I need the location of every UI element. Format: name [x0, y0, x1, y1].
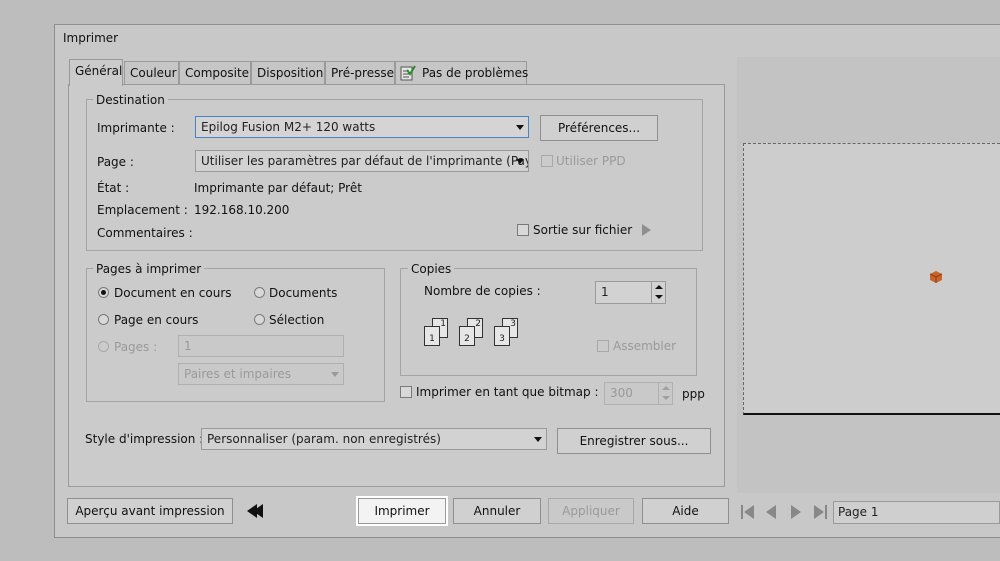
bitmap-unit: ppp — [682, 387, 705, 401]
print-style-value: Personnaliser (param. non enregistrés) — [207, 432, 441, 446]
tab-pre-presse[interactable]: Pré-presse — [325, 61, 395, 84]
pages-legend: Pages à imprimer — [93, 262, 205, 276]
print-preview-button[interactable]: Aperçu avant impression — [67, 498, 233, 524]
tab-disposition[interactable]: Disposition — [251, 61, 325, 84]
page-label: Page : — [97, 155, 134, 169]
play-icon[interactable] — [642, 224, 651, 236]
preview-page — [743, 143, 1000, 415]
collate-label: Assembler — [613, 339, 677, 353]
tab-label: Pas de problèmes — [422, 66, 529, 80]
copies-count-label: Nombre de copies : — [424, 284, 541, 298]
apply-button[interactable]: Appliquer — [548, 498, 634, 524]
even-odd-select[interactable]: Paires et impaires — [178, 363, 344, 385]
current-page-radio[interactable] — [98, 314, 109, 325]
copies-spin[interactable] — [651, 282, 665, 303]
page-select[interactable]: Utiliser les paramètres par défaut de l'… — [195, 150, 529, 172]
dpi-spin[interactable] — [658, 383, 672, 404]
print-as-bitmap-label: Imprimer en tant que bitmap : — [416, 385, 599, 399]
chevron-up-icon[interactable] — [655, 285, 663, 289]
preview-object-icon — [929, 271, 943, 283]
chevron-down-icon — [516, 159, 524, 164]
collate-checkbox[interactable] — [597, 340, 609, 352]
stack-page: 1 — [424, 326, 440, 346]
chevron-up-icon[interactable] — [662, 386, 670, 390]
pages-range-input[interactable]: 1 — [178, 335, 344, 357]
selection-label: Sélection — [269, 313, 325, 327]
bitmap-dpi-value: 300 — [610, 386, 633, 400]
stack-page: 2 — [459, 326, 475, 346]
chevron-down-icon[interactable] — [662, 396, 670, 400]
status-label: État : — [97, 181, 130, 195]
tab-general[interactable]: Général — [69, 59, 123, 86]
destination-legend: Destination — [93, 93, 168, 107]
copies-legend: Copies — [408, 262, 455, 276]
tab-pas-de-problemes[interactable]: Pas de problèmes — [395, 61, 529, 84]
cancel-button[interactable]: Annuler — [453, 498, 541, 524]
status-value: Imprimante par défaut; Prêt — [194, 181, 362, 195]
documents-label: Documents — [269, 286, 338, 300]
print-to-file-checkbox[interactable] — [517, 224, 529, 236]
copies-count-value: 1 — [601, 285, 609, 299]
print-button[interactable]: Imprimer — [358, 498, 446, 524]
current-document-radio[interactable] — [98, 287, 109, 298]
printer-select[interactable]: Epilog Fusion M2+ 120 watts — [195, 116, 529, 138]
chevron-down-icon — [534, 437, 542, 442]
print-to-file-label: Sortie sur fichier — [533, 223, 633, 237]
collapse-preview-icon[interactable] — [245, 503, 265, 519]
stack-page: 3 — [494, 326, 510, 346]
previous-page-icon[interactable] — [766, 505, 776, 519]
chevron-down-icon[interactable] — [655, 295, 663, 299]
selection-radio[interactable] — [254, 314, 265, 325]
last-page-icon[interactable] — [814, 505, 828, 519]
print-style-select[interactable]: Personnaliser (param. non enregistrés) — [201, 428, 547, 450]
tab-composite[interactable]: Composite — [179, 61, 251, 84]
current-page-label: Page en cours — [114, 313, 199, 327]
comments-label: Commentaires : — [97, 226, 193, 240]
location-label: Emplacement : — [97, 203, 188, 217]
chevron-down-icon — [516, 125, 524, 130]
bitmap-dpi-stepper[interactable]: 300 — [604, 382, 673, 405]
use-ppd-checkbox[interactable] — [541, 155, 553, 167]
copies-count-stepper[interactable]: 1 — [595, 281, 666, 304]
preferences-button[interactable]: Préférences... — [540, 115, 658, 141]
collate-stacks-icon: 1 1 2 2 3 3 — [424, 318, 524, 350]
print-as-bitmap-checkbox[interactable] — [400, 386, 412, 398]
dialog-title: Imprimer — [63, 31, 119, 45]
printer-value: Epilog Fusion M2+ 120 watts — [201, 120, 376, 134]
tab-couleur[interactable]: Couleur — [124, 61, 179, 84]
documents-radio[interactable] — [254, 287, 265, 298]
location-value: 192.168.10.200 — [194, 203, 290, 217]
preview-navigation: Page 1 — [737, 498, 1000, 526]
next-page-icon[interactable] — [791, 505, 801, 519]
use-ppd-label: Utiliser PPD — [556, 154, 626, 168]
current-document-label: Document en cours — [114, 286, 232, 300]
checklist-icon — [400, 65, 416, 81]
pages-range-label: Pages : — [114, 340, 158, 354]
print-style-label: Style d'impression : — [85, 432, 204, 446]
page-value: Utiliser les paramètres par défaut de l'… — [201, 154, 529, 168]
pages-range-radio[interactable] — [98, 341, 109, 352]
even-odd-value: Paires et impaires — [184, 367, 292, 381]
first-page-icon[interactable] — [741, 505, 755, 519]
printer-label: Imprimante : — [97, 121, 175, 135]
save-as-button[interactable]: Enregistrer sous... — [557, 428, 711, 454]
help-button[interactable]: Aide — [642, 498, 729, 524]
chevron-down-icon — [331, 372, 339, 377]
page-indicator[interactable]: Page 1 — [833, 501, 1000, 524]
